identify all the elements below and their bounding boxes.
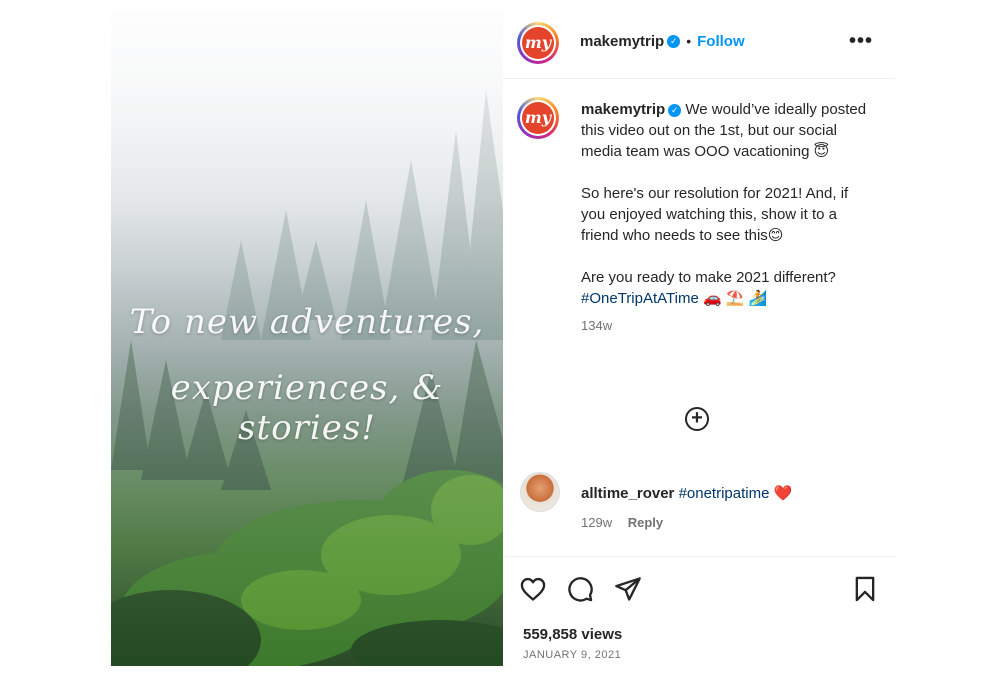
post-date: JANUARY 9, 2021: [523, 649, 622, 661]
instagram-post: To new adventures, experiences, & storie…: [111, 10, 895, 666]
author-username[interactable]: makemytrip: [580, 33, 664, 50]
post-footer: 559,858 views JANUARY 9, 2021: [503, 556, 895, 667]
view-count: 559,858 views: [523, 626, 623, 643]
post-header: my makemytrip ✓ • Follow •••: [503, 10, 895, 79]
video-overlay-text-line1: To new adventures,: [129, 302, 485, 342]
verified-icon: ✓: [668, 103, 682, 117]
share-icon[interactable]: [614, 575, 642, 603]
more-icon[interactable]: •••: [849, 31, 873, 51]
post-side-panel: my makemytrip ✓ • Follow ••• my makemytrip ✓…: [503, 10, 895, 666]
header-author-row: makemytrip ✓ • Follow: [580, 33, 745, 51]
caption-paragraph-3: Are you ready to make 2021 different?: [581, 269, 836, 286]
makemytrip-logo: my: [522, 27, 554, 59]
reply-button[interactable]: Reply: [628, 515, 663, 530]
post-video[interactable]: To new adventures, experiences, & storie…: [111, 10, 503, 666]
comment-hashtag[interactable]: #onetripatime: [679, 485, 770, 502]
comment-timestamp: 129w: [581, 515, 613, 530]
post-caption: makemytrip ✓ We would’ve ideally posted t…: [581, 99, 873, 336]
caption-emojis: 🚗 ⛱️ 🏄: [702, 290, 768, 307]
caption-paragraph-2: So here's our resolution for 2021! And, …: [581, 185, 849, 244]
verified-icon: ✓: [667, 35, 681, 49]
comment-meta: 129w Reply: [581, 515, 663, 530]
caption-author-avatar[interactable]: my: [517, 97, 559, 139]
caption-username[interactable]: makemytrip: [581, 101, 665, 118]
follow-button[interactable]: Follow: [697, 33, 745, 50]
comments-section[interactable]: my makemytrip ✓ We would’ve ideally poste…: [503, 79, 895, 555]
comment: alltime_rover #onetripatime ❤️: [581, 484, 881, 502]
heart-emoji: ❤️: [773, 485, 793, 502]
bookmark-icon[interactable]: [851, 575, 879, 603]
caption-hashtag[interactable]: #OneTripAtATime: [581, 290, 699, 307]
commenter-avatar[interactable]: [520, 472, 560, 512]
heart-icon[interactable]: [519, 575, 547, 603]
makemytrip-logo: my: [522, 102, 554, 134]
video-overlay-text-line2: experiences, & stories!: [170, 368, 444, 448]
author-avatar[interactable]: my: [517, 22, 559, 64]
comment-icon[interactable]: [566, 575, 594, 603]
plus-circle-icon[interactable]: +: [685, 407, 709, 431]
separator-dot: •: [686, 33, 692, 49]
comment-username[interactable]: alltime_rover: [581, 485, 674, 502]
caption-timestamp: 134w: [581, 318, 613, 333]
